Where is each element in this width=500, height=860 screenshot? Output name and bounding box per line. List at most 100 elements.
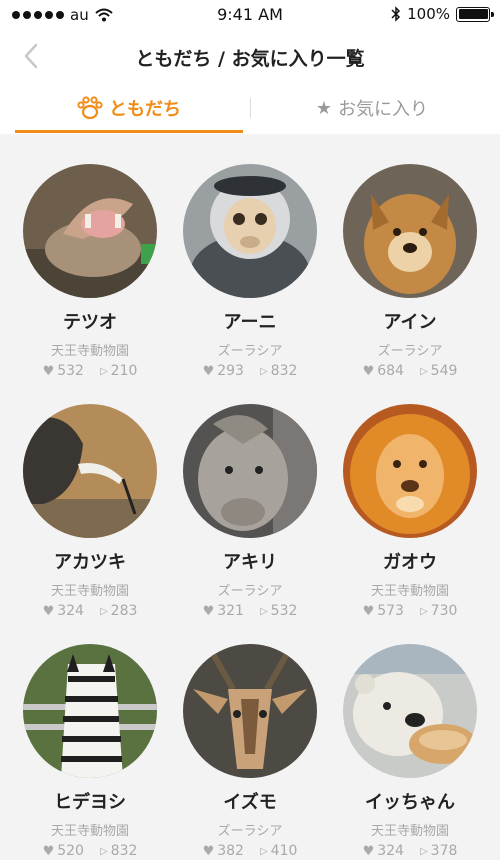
bird-icon	[23, 404, 157, 538]
animal-avatar	[23, 164, 157, 298]
zoo-name: 天王寺動物園	[370, 824, 449, 839]
animal-stats: ♥ 382 ▷ 410	[170, 843, 330, 859]
play-count: 210	[110, 363, 138, 379]
animal-avatar	[343, 164, 477, 298]
heart-icon: ♥	[362, 603, 375, 619]
lion-icon	[343, 404, 477, 538]
animal-card[interactable]: アーニ ズーラシア ♥ 293 ▷ 832	[170, 164, 330, 379]
play-icon: ▷	[99, 845, 108, 857]
animal-name: ガオウ	[383, 552, 437, 573]
tab-divider	[250, 98, 251, 118]
rhino-icon	[183, 404, 317, 538]
heart-icon: ♥	[42, 843, 55, 859]
hippo-icon	[23, 164, 157, 298]
like-count: 293	[217, 363, 244, 379]
dog-icon	[343, 164, 477, 298]
play-icon: ▷	[259, 605, 268, 617]
animal-avatar	[23, 404, 157, 538]
tab-favorites[interactable]: ★ お気に入り	[258, 82, 486, 134]
zoo-name: 天王寺動物園	[50, 824, 129, 839]
animal-name: アキリ	[223, 552, 277, 573]
animal-stats: ♥ 321 ▷ 532	[170, 603, 330, 619]
battery-percent: 100%	[407, 5, 450, 23]
like-count: 520	[57, 843, 84, 859]
animal-avatar	[183, 404, 317, 538]
play-icon: ▷	[419, 605, 428, 617]
animal-name: ヒデヨシ	[54, 792, 126, 813]
play-icon: ▷	[419, 845, 428, 857]
heart-icon: ♥	[202, 603, 215, 619]
play-icon: ▷	[419, 365, 428, 377]
play-icon: ▷	[259, 845, 268, 857]
animal-card[interactable]: テツオ 天王寺動物園 ♥ 532 ▷ 210	[10, 164, 170, 379]
heart-icon: ♥	[202, 843, 215, 859]
animal-card[interactable]: アイン ズーラシア ♥ 684 ▷ 549	[330, 164, 490, 379]
play-count: 410	[270, 843, 298, 859]
animal-name: イッちゃん	[365, 792, 455, 813]
animal-stats: ♥ 532 ▷ 210	[10, 363, 170, 379]
like-count: 324	[377, 843, 404, 859]
like-count: 684	[377, 363, 404, 379]
zebra-icon	[23, 644, 157, 778]
tab-favorites-label: お気に入り	[338, 99, 429, 120]
tab-friends-label: ともだち	[109, 99, 181, 120]
animal-card[interactable]: アキリ ズーラシア ♥ 321 ▷ 532	[170, 404, 330, 619]
animal-avatar	[183, 164, 317, 298]
tab-friends[interactable]: ともだち	[15, 82, 243, 134]
page-title: ともだち / お気に入り一覧	[135, 48, 365, 70]
paw-icon	[77, 96, 103, 120]
heart-icon: ♥	[362, 363, 375, 379]
zoo-name: 天王寺動物園	[370, 584, 449, 599]
zoo-name: ズーラシア	[217, 584, 283, 599]
status-right: 100%	[391, 5, 494, 23]
active-tab-indicator	[15, 130, 243, 133]
play-count: 378	[430, 843, 458, 859]
like-count: 573	[377, 603, 404, 619]
polar-bear-icon	[343, 644, 477, 778]
animal-stats: ♥ 293 ▷ 832	[170, 363, 330, 379]
status-bar: au 9:41 AM 100%	[0, 0, 500, 30]
play-count: 832	[110, 843, 138, 859]
animal-stats: ♥ 520 ▷ 832	[10, 843, 170, 859]
play-count: 283	[110, 603, 138, 619]
zoo-name: ズーラシア	[217, 824, 283, 839]
animal-avatar	[343, 404, 477, 538]
animal-avatar	[183, 644, 317, 778]
heart-icon: ♥	[362, 843, 375, 859]
like-count: 382	[217, 843, 244, 859]
play-icon: ▷	[259, 365, 268, 377]
zoo-name: ズーラシア	[377, 344, 443, 359]
animal-card[interactable]: アカツキ 天王寺動物園 ♥ 324 ▷ 283	[10, 404, 170, 619]
like-count: 324	[57, 603, 84, 619]
tab-bar: ともだち ★ お気に入り	[0, 82, 500, 134]
animal-stats: ♥ 573 ▷ 730	[330, 603, 490, 619]
zoo-name: 天王寺動物園	[50, 344, 129, 359]
play-count: 730	[430, 603, 458, 619]
animal-stats: ♥ 324 ▷ 283	[10, 603, 170, 619]
animal-card[interactable]: イッちゃん 天王寺動物園 ♥ 324 ▷ 378	[330, 644, 490, 859]
animal-card[interactable]: ヒデヨシ 天王寺動物園 ♥ 520 ▷ 832	[10, 644, 170, 859]
zoo-name: 天王寺動物園	[50, 584, 129, 599]
heart-icon: ♥	[42, 603, 55, 619]
animal-name: アーニ	[223, 312, 277, 333]
antelope-icon	[183, 644, 317, 778]
navigation-bar: ともだち / お気に入り一覧	[0, 30, 500, 82]
like-count: 321	[217, 603, 244, 619]
animal-name: アカツキ	[54, 552, 126, 573]
bluetooth-icon	[391, 6, 401, 22]
animal-name: アイン	[383, 312, 437, 333]
zoo-name: ズーラシア	[217, 344, 283, 359]
star-icon: ★	[315, 97, 333, 119]
animal-avatar	[23, 644, 157, 778]
animal-name: イズモ	[223, 792, 277, 813]
play-icon: ▷	[99, 605, 108, 617]
play-count: 532	[270, 603, 298, 619]
play-count: 832	[270, 363, 298, 379]
animal-card[interactable]: イズモ ズーラシア ♥ 382 ▷ 410	[170, 644, 330, 859]
heart-icon: ♥	[202, 363, 215, 379]
battery-icon	[456, 6, 494, 22]
animal-card[interactable]: ガオウ 天王寺動物園 ♥ 573 ▷ 730	[330, 404, 490, 619]
animal-name: テツオ	[63, 312, 117, 333]
play-icon: ▷	[99, 365, 108, 377]
animal-stats: ♥ 684 ▷ 549	[330, 363, 490, 379]
